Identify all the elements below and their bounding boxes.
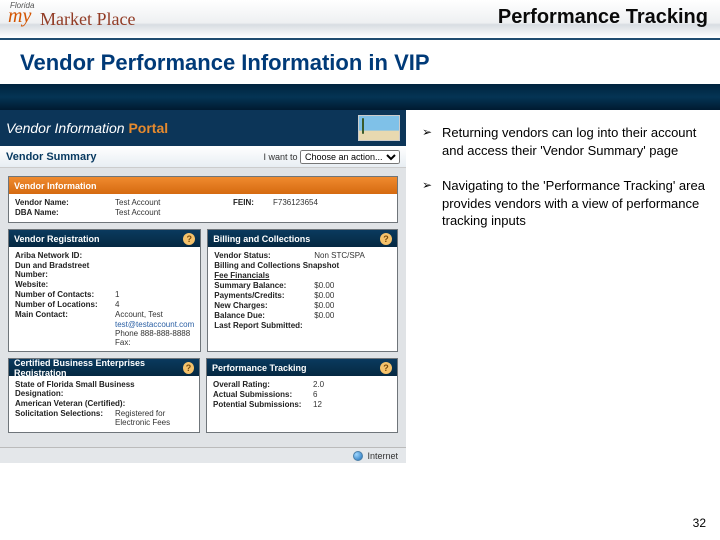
globe-icon — [353, 451, 363, 461]
perf-header: Performance Tracking ? — [207, 359, 397, 376]
performance-tracking-card: Performance Tracking ? Overall Rating:2.… — [206, 358, 398, 433]
logo-prefix: my — [8, 5, 31, 28]
row-label: Vendor Status: — [214, 251, 314, 260]
row-value: Non STC/SPA — [314, 251, 391, 260]
row-label: Summary Balance: — [214, 281, 314, 290]
row-value: Registered for Electronic Fees — [115, 409, 193, 427]
perf-body: Overall Rating:2.0 Actual Submissions:6 … — [207, 376, 397, 414]
slide-title: Vendor Performance Information in VIP — [0, 40, 720, 84]
bullet-arrow-icon: ➢ — [422, 124, 436, 159]
billing-body: Vendor Status:Non STC/SPA Billing and Co… — [208, 247, 397, 335]
row-label: Actual Submissions: — [213, 390, 313, 399]
row-label: Number of Contacts: — [15, 290, 115, 299]
top-bar: Florida my Market Place Performance Trac… — [0, 0, 720, 40]
row-value: 1 — [115, 290, 194, 299]
row-label: Dun and Bradstreet Number: — [15, 261, 115, 279]
dropdown-label: I want to — [263, 152, 297, 162]
row-label: Ariba Network ID: — [15, 251, 115, 260]
contact-fax: Fax: — [115, 338, 194, 347]
page-number: 32 — [693, 516, 706, 530]
status-bar: Internet — [0, 447, 406, 463]
help-icon[interactable]: ? — [183, 362, 194, 374]
vip-banner-left: Vendor Information — [6, 120, 125, 136]
vip-banner-right: Portal — [128, 120, 168, 136]
row-value: 12 — [313, 400, 391, 409]
row-label: Website: — [15, 280, 115, 289]
logo: Florida my Market Place — [0, 0, 135, 39]
vendor-info-title: Vendor Information — [14, 181, 97, 191]
row-value — [115, 251, 194, 260]
vendor-name-value: Test Account — [115, 198, 233, 207]
row-label: American Veteran (Certified): — [15, 399, 175, 408]
dark-bar — [0, 84, 720, 110]
action-dropdown[interactable]: I want to Choose an action... — [263, 150, 400, 164]
row-label: Last Report Submitted: — [214, 321, 314, 330]
bullet-text: Returning vendors can log into their acc… — [442, 124, 712, 159]
row-value: $0.00 — [314, 281, 391, 290]
vendor-reg-body: Ariba Network ID: Dun and Bradstreet Num… — [9, 247, 200, 351]
row-label: Billing and Collections Snapshot — [214, 261, 391, 270]
vip-banner: Vendor Information Portal — [0, 110, 406, 146]
contact-email: test@testaccount.com — [115, 320, 194, 329]
billing-header: Billing and Collections ? — [208, 230, 397, 247]
row-value — [115, 261, 194, 279]
logo-text: Market Place — [40, 9, 135, 30]
row-value: $0.00 — [314, 311, 391, 320]
help-icon[interactable]: ? — [183, 233, 195, 245]
action-select[interactable]: Choose an action... — [300, 150, 400, 164]
perf-title: Performance Tracking — [212, 363, 307, 373]
row-value: Account, Test — [115, 310, 194, 319]
cbe-card: Certified Business Enterprises Registrat… — [8, 358, 200, 433]
row-value: 4 — [115, 300, 194, 309]
bullet-text: Navigating to the 'Performance Tracking'… — [442, 177, 712, 230]
row-value: 6 — [313, 390, 391, 399]
row-label: State of Florida Small Business Designat… — [15, 380, 175, 398]
row-label: Balance Due: — [214, 311, 314, 320]
billing-title: Billing and Collections — [213, 234, 310, 244]
row-label: Potential Submissions: — [213, 400, 313, 409]
contact-phone: Phone 888-888-8888 — [115, 329, 194, 338]
screenshot-column: Vendor Information Portal Vendor Summary… — [0, 110, 410, 467]
sub-header-title: Vendor Summary — [6, 151, 96, 163]
cbe-body: State of Florida Small Business Designat… — [9, 376, 199, 432]
cbe-title: Certified Business Enterprises Registrat… — [14, 358, 183, 378]
bullet-item: ➢ Navigating to the 'Performance Trackin… — [422, 177, 712, 230]
row-label: New Charges: — [214, 301, 314, 310]
fein-label: FEIN: — [233, 198, 273, 207]
row-value: $0.00 — [314, 291, 391, 300]
row-label: Overall Rating: — [213, 380, 313, 389]
vendor-reg-header: Vendor Registration ? — [9, 230, 200, 247]
vendor-info-card: Vendor Information Vendor Name: Test Acc… — [8, 176, 398, 223]
dba-label: DBA Name: — [15, 208, 115, 217]
page-body: Vendor Information Vendor Name: Test Acc… — [0, 168, 406, 447]
bullet-arrow-icon: ➢ — [422, 177, 436, 230]
row-label: Main Contact: — [15, 310, 115, 319]
dba-value: Test Account — [115, 208, 391, 217]
vendor-info-header: Vendor Information — [9, 177, 397, 194]
row-value — [314, 321, 391, 330]
row-label: Number of Locations: — [15, 300, 115, 309]
row-label: Payments/Credits: — [214, 291, 314, 300]
vendor-registration-card: Vendor Registration ? Ariba Network ID: … — [8, 229, 201, 352]
vendor-name-label: Vendor Name: — [15, 198, 115, 207]
row-value: $0.00 — [314, 301, 391, 310]
beach-image — [358, 115, 400, 141]
sub-header: Vendor Summary I want to Choose an actio… — [0, 146, 406, 168]
bullet-item: ➢ Returning vendors can log into their a… — [422, 124, 712, 159]
text-column: ➢ Returning vendors can log into their a… — [410, 110, 720, 467]
billing-card: Billing and Collections ? Vendor Status:… — [207, 229, 398, 352]
help-icon[interactable]: ? — [380, 233, 392, 245]
cbe-header: Certified Business Enterprises Registrat… — [9, 359, 199, 376]
row-value: 2.0 — [313, 380, 391, 389]
vendor-reg-title: Vendor Registration — [14, 234, 100, 244]
status-text: Internet — [367, 451, 398, 461]
row-label: Solicitation Selections: — [15, 409, 115, 427]
help-icon[interactable]: ? — [380, 362, 392, 374]
vip-banner-text: Vendor Information Portal — [6, 120, 168, 136]
row-label: Fee Financials — [214, 271, 391, 280]
fein-value: F736123654 — [273, 198, 391, 207]
header-title: Performance Tracking — [498, 6, 708, 29]
row-value — [115, 280, 194, 289]
